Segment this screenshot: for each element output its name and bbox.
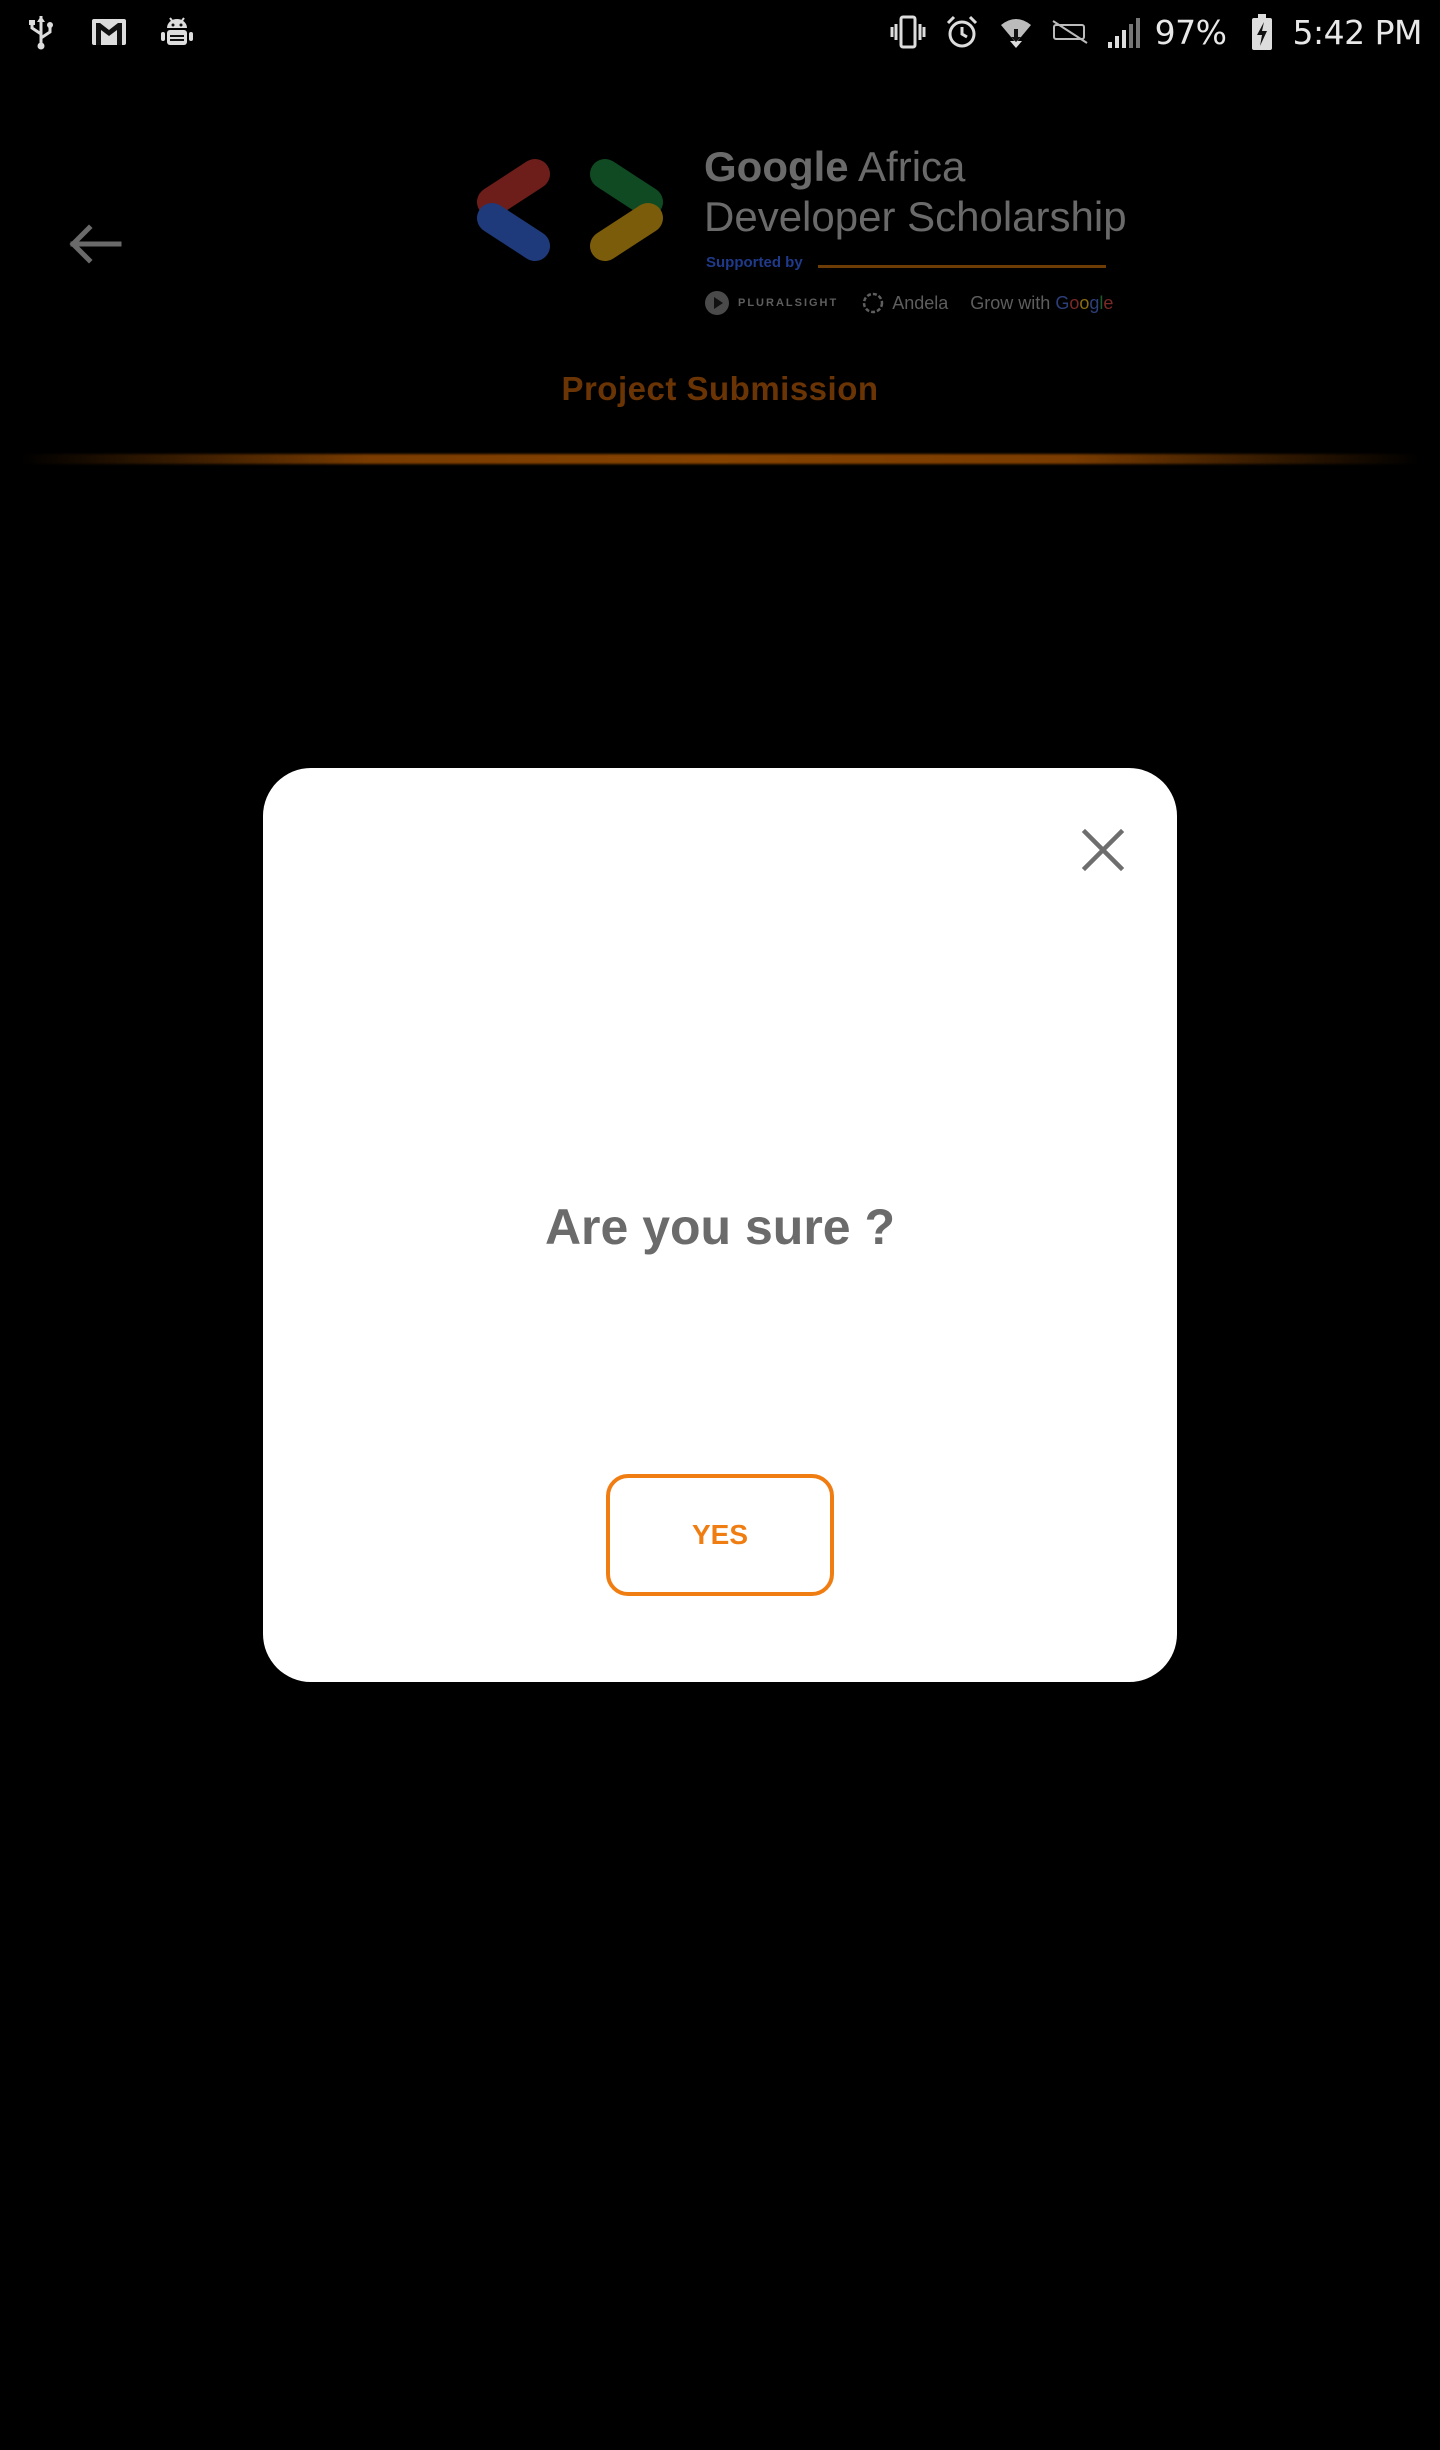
back-button[interactable] bbox=[60, 214, 130, 274]
confirm-dialog: Are you sure ? YES bbox=[263, 768, 1177, 1682]
wifi-icon bbox=[997, 13, 1035, 51]
grow-with-google-label: Grow with Google bbox=[970, 293, 1113, 314]
confirm-message: Are you sure ? bbox=[544, 1199, 896, 1255]
page-title: Project Submission bbox=[561, 370, 879, 407]
battery-percent: 97% bbox=[1154, 12, 1227, 52]
brand-title-line2: Developer Scholarship bbox=[704, 193, 1127, 240]
andela-logo: Andela bbox=[860, 290, 948, 316]
status-bar-left bbox=[22, 13, 226, 51]
pluralsight-label: PLURALSIGHT bbox=[738, 297, 839, 309]
no-sim-icon bbox=[1051, 13, 1089, 51]
signal-icon bbox=[1105, 13, 1143, 51]
battery-charging-icon bbox=[1243, 13, 1281, 51]
app-header: Google Africa Developer Scholarship Supp… bbox=[0, 64, 1440, 484]
usb-icon bbox=[22, 13, 60, 51]
grow-with-prefix: Grow with bbox=[970, 292, 1056, 313]
supported-by-label: Supported by bbox=[706, 254, 803, 271]
close-button[interactable] bbox=[1073, 820, 1133, 880]
header-divider bbox=[20, 454, 1420, 464]
google-letter: g bbox=[1089, 292, 1100, 313]
brand-title-google: Google bbox=[704, 143, 849, 190]
brand-title-africa: Africa bbox=[848, 143, 966, 190]
pluralsight-logo: PLURALSIGHT bbox=[704, 290, 838, 316]
andela-label: Andela bbox=[892, 292, 949, 313]
yes-button[interactable]: YES bbox=[606, 1474, 834, 1596]
close-icon bbox=[1081, 828, 1125, 872]
google-letter: o bbox=[1069, 292, 1080, 313]
status-bar-right: 97% 5:42 PM bbox=[873, 12, 1423, 52]
partner-logos: PLURALSIGHT Andela Grow with Google bbox=[704, 290, 1135, 316]
brand-divider bbox=[818, 265, 1106, 268]
vibrate-icon bbox=[889, 13, 927, 51]
grow-with-google-logo: Grow with Google bbox=[970, 293, 1113, 314]
google-letter: G bbox=[1055, 292, 1070, 313]
code-brackets-logo-icon bbox=[477, 159, 663, 261]
google-letter: e bbox=[1103, 292, 1114, 313]
status-bar: 97% 5:42 PM bbox=[0, 0, 1440, 64]
yes-button-label: YES bbox=[691, 1519, 749, 1550]
andela-icon bbox=[862, 292, 884, 314]
clock: 5:42 PM bbox=[1292, 12, 1423, 52]
arrow-left-icon bbox=[69, 224, 122, 264]
alarm-icon bbox=[943, 13, 981, 51]
gmail-icon bbox=[90, 13, 128, 51]
gads-logo: Google Africa Developer Scholarship Supp… bbox=[470, 104, 1127, 315]
pluralsight-icon bbox=[705, 291, 729, 315]
google-letter: o bbox=[1079, 292, 1090, 313]
brand-title: Google Africa Developer Scholarship bbox=[704, 142, 1127, 242]
android-debug-icon bbox=[158, 13, 196, 51]
